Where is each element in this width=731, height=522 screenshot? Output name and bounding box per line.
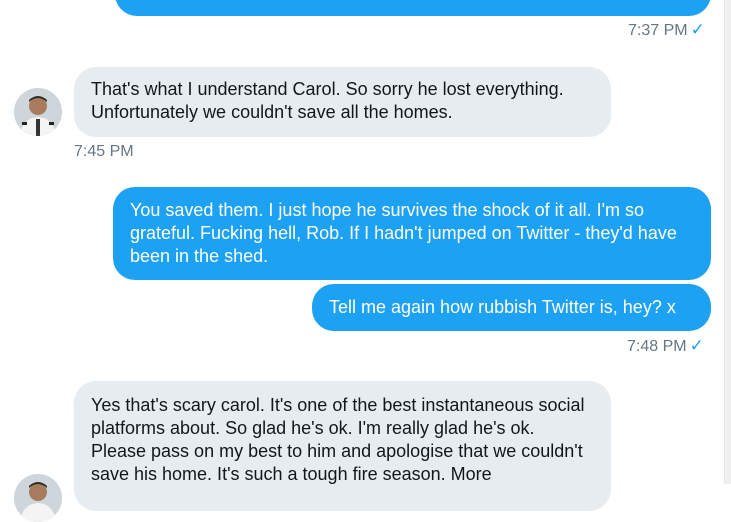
timestamp: 7:45 PM (74, 143, 134, 160)
message-meta: 7:45 PM (74, 142, 134, 162)
message-bubble-outgoing[interactable]: Tell me again how rubbish Twitter is, he… (312, 284, 711, 331)
message-bubble-outgoing[interactable]: You saved them. I just hope he survives … (113, 187, 711, 280)
message-bubble-outgoing[interactable] (115, 0, 711, 16)
timestamp: 7:37 PM (628, 22, 688, 39)
message-text: Yes that's scary carol. It's one of the … (91, 395, 585, 484)
message-bubble-incoming[interactable]: That's what I understand Carol. So sorry… (74, 67, 611, 137)
message-text: You saved them. I just hope he survives … (130, 200, 677, 266)
message-text: Tell me again how rubbish Twitter is, he… (329, 297, 676, 317)
user-avatar[interactable] (14, 88, 62, 136)
timestamp: 7:48 PM (627, 338, 687, 355)
message-meta: 7:48 PM ✓ (627, 336, 704, 357)
checkmark-icon: ✓ (690, 20, 705, 39)
checkmark-icon: ✓ (689, 336, 704, 355)
message-text: That's what I understand Carol. So sorry… (91, 79, 564, 122)
message-bubble-incoming[interactable]: Yes that's scary carol. It's one of the … (74, 381, 611, 511)
user-avatar[interactable] (14, 474, 62, 522)
message-meta: 7:37 PM ✓ (628, 20, 705, 41)
scrollbar[interactable] (724, 0, 731, 484)
